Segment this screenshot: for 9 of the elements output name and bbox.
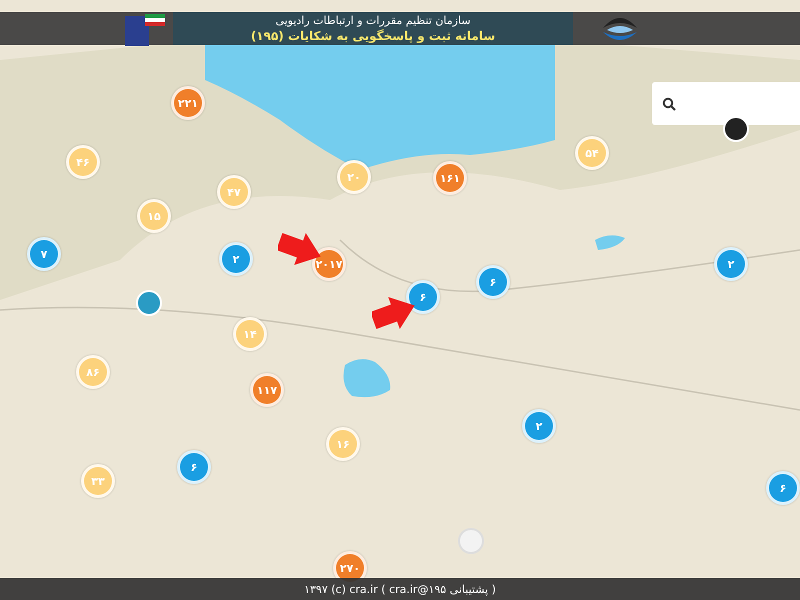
- search-field[interactable]: [652, 82, 800, 125]
- header-subtitle: سامانه ثبت و پاسخگویی به شکایات (۱۹۵): [250, 28, 496, 44]
- lake-drawing: [344, 359, 390, 398]
- ministry-logo-icon: [123, 12, 167, 46]
- arrow-icon: [372, 296, 416, 330]
- lake-drawing: [595, 235, 625, 250]
- search-icon: [662, 96, 676, 110]
- footer-text: ( پشتیبانی ۱۹۵@cra.ir ) ۱۳۹۷ (c) cra.ir: [304, 582, 496, 596]
- header-title: سازمان تنظیم مقررات و ارتباطات رادیویی: [275, 13, 471, 28]
